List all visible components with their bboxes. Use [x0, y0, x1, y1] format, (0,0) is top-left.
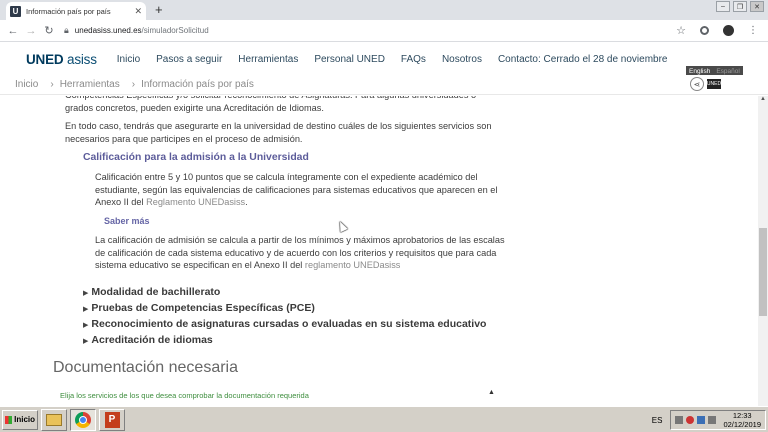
reload-icon[interactable]: ↻ [40, 24, 58, 37]
tray-icons: 12:33 02/12/2019 [670, 410, 766, 430]
collapsible-label: Pruebas de Competencias Específicas (PCE… [91, 302, 315, 314]
breadcrumb-separator-icon: › [131, 79, 136, 90]
nav-faqs[interactable]: FAQs [401, 54, 426, 65]
address-bar: ← → ↻ 🔒︎ unedasiss.uned.es/simuladorSoli… [0, 20, 768, 42]
nav-herramientas[interactable]: Herramientas [238, 54, 298, 65]
expand-triangle-icon: ▶ [83, 322, 89, 329]
tray-alert-icon[interactable] [686, 416, 695, 424]
taskbar-explorer[interactable] [41, 408, 67, 431]
maximize-icon[interactable]: ❐ [733, 1, 747, 12]
lang-english[interactable]: English [686, 68, 713, 75]
saber-mas-toggle[interactable]: Saber más [104, 216, 150, 226]
clock-time: 12:33 [732, 411, 752, 420]
nav-inicio[interactable]: Inicio [117, 54, 140, 65]
caret-up-icon[interactable]: ▲ [488, 389, 495, 396]
close-window-icon[interactable]: ✕ [750, 1, 764, 12]
collapsible-modalidad[interactable]: ▶ Modalidad de bachillerato [83, 284, 486, 300]
calificacion-paragraph: Calificación entre 5 y 10 puntos que se … [95, 171, 500, 209]
reglamento-link-2[interactable]: reglamento UNEDasiss [305, 260, 400, 270]
taskbar-chrome[interactable] [70, 408, 96, 431]
windows-logo-icon [5, 415, 13, 424]
collapsible-label: Modalidad de bachillerato [91, 286, 221, 298]
start-button[interactable]: Inicio [2, 409, 38, 430]
folder-icon [46, 413, 62, 426]
main-content: Competencias Específicas y/o solicitar r… [0, 96, 758, 406]
lock-icon[interactable]: 🔒︎ [64, 25, 69, 36]
service-list: ▶ Modalidad de bachillerato ▶ Pruebas de C… [83, 284, 486, 348]
main-nav: Inicio Pasos a seguir Herramientas Perso… [109, 54, 676, 65]
bookmark-star-icon[interactable]: ☆ [676, 24, 686, 37]
tray-network-icon[interactable] [697, 416, 706, 424]
site-header: UNED asiss Inicio Pasos a seguir Herrami… [0, 43, 768, 75]
breadcrumb-separator-icon: › [50, 79, 54, 90]
collapsible-pce[interactable]: ▶ Pruebas de Competencias Específicas (PC… [83, 300, 486, 316]
tab-close-icon[interactable]: ✕ [134, 6, 142, 17]
page-scrollbar[interactable]: ▲ [758, 96, 768, 406]
browser-tab[interactable]: U Información país por país ✕ [6, 2, 146, 20]
site-favicon-icon: U [10, 5, 21, 17]
uned-badge[interactable]: UNED [707, 79, 721, 89]
start-label: Inicio [14, 415, 35, 424]
forward-icon[interactable]: → [22, 25, 40, 37]
breadcrumb-current: Información país por país [141, 79, 254, 90]
new-tab-icon[interactable]: + [155, 2, 163, 17]
nav-personal-uned[interactable]: Personal UNED [314, 54, 385, 65]
section-title-calificacion[interactable]: Calificación para la admisión a la Unive… [83, 152, 309, 163]
scroll-thumb[interactable] [759, 228, 767, 316]
expand-triangle-icon: ▶ [83, 290, 89, 297]
breadcrumb-inicio[interactable]: Inicio [15, 79, 38, 90]
lang-espanol[interactable]: Español [713, 68, 743, 75]
intro-paragraph: Competencias Específicas y/o solicitar r… [65, 96, 476, 113]
window-controls: – ❐ ✕ [716, 1, 764, 12]
powerpoint-icon: P [104, 411, 120, 428]
documentacion-heading: Documentación necesaria [53, 359, 238, 376]
nav-nosotros[interactable]: Nosotros [442, 54, 482, 65]
share-icon[interactable]: ⋖ [690, 77, 704, 91]
services-paragraph: En todo caso, tendrás que asegurarte en … [65, 121, 492, 144]
breadcrumb-herramientas[interactable]: Herramientas [60, 79, 120, 90]
url-host: unedasiss.uned.es [74, 26, 142, 35]
collapsible-idiomas[interactable]: ▶ Acreditación de idiomas [83, 332, 486, 348]
extension-icon[interactable] [700, 26, 709, 35]
scroll-up-icon[interactable]: ▲ [758, 96, 768, 104]
taskbar-powerpoint[interactable]: P [99, 408, 125, 431]
url-path: /simuladorSolicitud [141, 26, 209, 35]
input-language[interactable]: ES [652, 416, 663, 425]
nav-contacto[interactable]: Contacto: Cerrado el 28 de noviembre [498, 54, 668, 65]
chrome-icon [75, 411, 91, 428]
admision-paragraph: La calificación de admisión se calcula a… [95, 234, 505, 272]
collapsible-label: Reconocimiento de asignaturas cursadas o… [91, 318, 487, 330]
clock-date: 02/12/2019 [723, 420, 761, 429]
back-icon[interactable]: ← [4, 25, 22, 37]
windows-taskbar: Inicio P ES 12:33 02/12/2019 [0, 406, 768, 432]
collapsible-reconocimiento[interactable]: ▶ Reconocimiento de asignaturas cursadas … [83, 316, 486, 332]
browser-menu-icon[interactable]: ⋮ [748, 25, 758, 36]
expand-triangle-icon: ▶ [83, 338, 89, 345]
logo-main: UNED [26, 51, 64, 67]
logo-sub: asiss [67, 51, 97, 67]
reglamento-link[interactable]: Reglamento UNEDasiss [146, 197, 245, 207]
clock[interactable]: 12:33 02/12/2019 [723, 411, 761, 429]
tray-arrow-icon[interactable] [675, 416, 684, 424]
minimize-icon[interactable]: – [716, 1, 730, 12]
uned-asiss-logo[interactable]: UNED asiss [26, 52, 97, 67]
expand-triangle-icon: ▶ [83, 306, 89, 313]
profile-avatar[interactable] [723, 25, 734, 36]
nav-pasos[interactable]: Pasos a seguir [156, 54, 222, 65]
calificacion-text-end: . [245, 197, 248, 207]
url-field[interactable]: unedasiss.uned.es/simuladorSolicitud [75, 26, 676, 35]
collapsible-label: Acreditación de idiomas [91, 334, 213, 346]
tab-title: Información país por país [26, 6, 111, 16]
tray-volume-icon[interactable] [708, 416, 717, 424]
breadcrumb: Inicio › Herramientas › Información país… [0, 75, 768, 95]
browser-tab-bar: U Información país por país ✕ + – ❐ ✕ [0, 0, 768, 20]
system-tray: ES 12:33 02/12/2019 [652, 409, 766, 431]
documentacion-subtitle: Elija los servicios de los que desea com… [60, 391, 309, 400]
admision-text: La calificación de admisión se calcula a… [95, 235, 505, 270]
